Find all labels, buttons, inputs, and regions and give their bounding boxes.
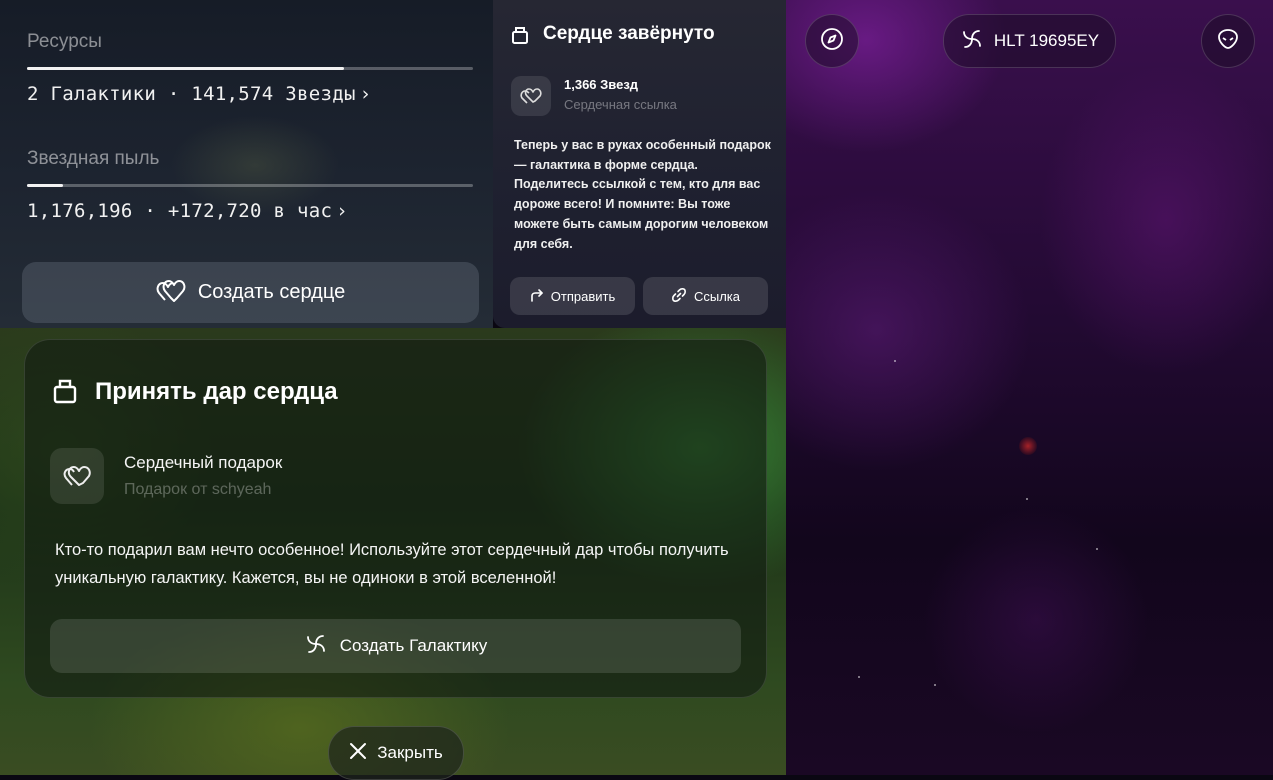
- compass-icon: [820, 27, 844, 56]
- heart-link-icon: [50, 448, 104, 504]
- alien-icon: [1217, 28, 1239, 55]
- wrapped-item-subtitle: Сердечная ссылка: [564, 97, 677, 112]
- close-button[interactable]: Закрыть: [328, 726, 464, 780]
- stardust-progress-bar: [27, 184, 473, 187]
- share-arrow-icon: [530, 288, 544, 305]
- resources-label: Ресурсы: [27, 31, 102, 52]
- galaxy-token-label: HLT 19695EY: [993, 31, 1100, 50]
- close-label: Закрыть: [377, 743, 443, 762]
- compass-button[interactable]: [805, 14, 859, 68]
- gift-icon: [511, 25, 529, 50]
- gift-item-subtitle: Подарок от schyeah: [124, 481, 272, 498]
- star: [1096, 548, 1098, 550]
- create-galaxy-label: Создать Галактику: [339, 636, 488, 655]
- heart-galaxy-marker[interactable]: [1019, 437, 1037, 455]
- galaxy-spiral-icon: [960, 27, 984, 56]
- chevron-right-icon: ›: [338, 200, 347, 222]
- wrapped-item-title: 1,366 Звезд: [564, 77, 639, 92]
- wrapped-title: Сердце завёрнуто: [543, 23, 715, 44]
- star: [858, 676, 860, 678]
- alien-profile-button[interactable]: [1201, 14, 1255, 68]
- create-heart-button[interactable]: Создать сердце: [22, 262, 479, 323]
- chevron-right-icon: ›: [361, 83, 370, 105]
- gift-description: Кто-то подарил вам нечто особенное! Испо…: [55, 541, 729, 587]
- stardust-progress-fill: [27, 184, 63, 187]
- link-label: Ссылка: [693, 288, 741, 304]
- close-icon: [349, 742, 367, 765]
- send-button[interactable]: Отправить: [510, 277, 635, 315]
- stardust-value: 1,176,196 · +172,720 в час: [27, 200, 333, 222]
- galaxies-stars-value: 2 Галактики · 141,574 Звезды: [27, 83, 356, 105]
- galaxies-stars-link[interactable]: 2 Галактики · 141,574 Звезды ›: [27, 83, 370, 105]
- resources-progress-fill: [27, 67, 344, 70]
- resources-progress-bar: [27, 67, 473, 70]
- heart-link-icon: [511, 76, 551, 116]
- create-heart-label: Создать сердце: [197, 281, 346, 303]
- galaxy-space-view[interactable]: HLT 19695EY: [786, 0, 1273, 775]
- resources-panel: Ресурсы 2 Галактики · 141,574 Звезды › Зв…: [0, 0, 493, 328]
- galaxy-spiral-icon: [304, 632, 328, 661]
- link-button[interactable]: Ссылка: [643, 277, 768, 315]
- create-galaxy-button[interactable]: Создать Галактику: [50, 619, 741, 673]
- gift-icon: [53, 378, 77, 409]
- galaxy-token-pill[interactable]: HLT 19695EY: [943, 14, 1116, 68]
- stardust-label: Звездная пыль: [27, 148, 160, 169]
- accept-heart-gift-card: Принять дар сердца Сердечный подарок Под…: [24, 339, 767, 698]
- star: [934, 684, 936, 686]
- gift-item-title: Сердечный подарок: [124, 453, 283, 472]
- heart-wrapped-card: Сердце завёрнуто 1,366 Звезд Сердечная с…: [493, 0, 786, 328]
- heart-link-icon: [156, 277, 186, 309]
- link-icon: [671, 287, 687, 306]
- stardust-link[interactable]: 1,176,196 · +172,720 в час ›: [27, 200, 346, 222]
- star: [1026, 498, 1028, 500]
- gift-card-title: Принять дар сердца: [95, 378, 338, 405]
- star: [894, 360, 896, 362]
- send-label: Отправить: [550, 288, 616, 304]
- wrapped-description: Теперь у вас в руках особенный подарок —…: [514, 138, 771, 251]
